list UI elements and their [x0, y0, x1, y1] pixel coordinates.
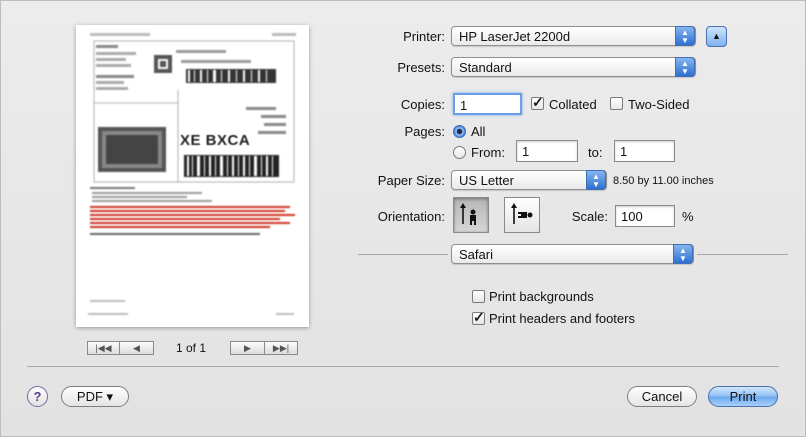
pages-label: Pages:	[404, 124, 445, 139]
printer-label: Printer:	[403, 29, 445, 44]
pages-all-radio[interactable]	[453, 125, 466, 138]
section-divider-left	[358, 254, 448, 255]
app-options-popup[interactable]: Safari ▲ ▼	[451, 244, 694, 264]
presets-label: Presets:	[397, 60, 445, 75]
two-sided-checkbox[interactable]	[610, 97, 623, 110]
paper-size-label: Paper Size:	[377, 173, 445, 188]
print-headers-footers-checkbox[interactable]	[472, 309, 485, 326]
copies-label: Copies:	[400, 97, 445, 112]
scale-label: Scale:	[571, 209, 608, 224]
collated-label: Collated	[549, 97, 597, 112]
presets-popup[interactable]: Standard ▲ ▼	[451, 57, 696, 77]
pages-all-label: All	[471, 124, 486, 139]
scale-field[interactable]: 100	[615, 205, 675, 227]
popup-arrows-icon: ▲ ▼	[675, 26, 695, 46]
paper-dimensions: 8.50 by 11.00 inches	[613, 175, 714, 187]
paper-size-popup[interactable]: US Letter ▲ ▼	[451, 170, 607, 190]
popup-arrows-icon: ▲ ▼	[675, 57, 695, 77]
disclosure-button[interactable]: ▲	[706, 26, 727, 47]
help-button[interactable]: ?	[27, 386, 48, 407]
printer-popup[interactable]: HP LaserJet 2200d ▲ ▼	[451, 26, 696, 46]
pages-from-label: From:	[471, 145, 505, 160]
print-preview-page: XE BXCA	[76, 25, 309, 327]
help-icon: ?	[33, 389, 42, 404]
print-backgrounds-checkbox[interactable]	[472, 290, 485, 303]
last-page-button[interactable]: ▶▶|	[264, 341, 298, 355]
portrait-orientation-icon	[460, 203, 476, 225]
paper-size-value: US Letter	[459, 173, 514, 188]
pages-from-field[interactable]: 1	[516, 140, 578, 162]
section-divider-right	[697, 254, 788, 255]
orientation-label: Orientation:	[377, 209, 445, 224]
collated-checkbox[interactable]	[531, 94, 544, 111]
pdf-menu-button[interactable]: PDF ▾	[61, 386, 129, 407]
portrait-orientation-button[interactable]	[453, 197, 489, 233]
popup-arrows-icon: ▲ ▼	[673, 244, 693, 264]
next-page-button[interactable]: ▶	[230, 341, 265, 355]
landscape-orientation-button[interactable]	[504, 197, 540, 233]
print-button[interactable]: Print	[708, 386, 778, 407]
landscape-orientation-icon	[511, 203, 533, 224]
page-indicator: 1 of 1	[176, 341, 207, 355]
previous-page-button[interactable]: ◀	[119, 341, 154, 355]
popup-arrows-icon: ▲ ▼	[586, 170, 606, 190]
shipping-label-preview	[76, 25, 309, 327]
two-sided-label: Two-Sided	[628, 97, 690, 112]
first-page-button[interactable]: |◀◀	[87, 341, 120, 355]
copies-field[interactable]: 1	[453, 93, 522, 115]
pages-to-field[interactable]: 1	[614, 140, 675, 162]
print-headers-footers-label: Print headers and footers	[489, 311, 635, 326]
pages-to-label: to:	[588, 145, 603, 160]
presets-value: Standard	[459, 60, 512, 75]
preview-label-code: XE BXCA	[180, 132, 251, 149]
print-dialog: XE BXCA |◀◀ ◀ 1 of 1 ▶ ▶▶| Printer: HP L…	[0, 0, 806, 437]
printer-value: HP LaserJet 2200d	[459, 29, 571, 44]
cancel-button[interactable]: Cancel	[627, 386, 697, 407]
print-backgrounds-label: Print backgrounds	[489, 289, 594, 304]
scale-unit: %	[682, 209, 694, 224]
triangle-up-icon: ▲	[712, 31, 721, 41]
app-options-value: Safari	[459, 247, 493, 262]
footer-divider	[27, 366, 779, 367]
pages-from-radio[interactable]	[453, 146, 466, 159]
